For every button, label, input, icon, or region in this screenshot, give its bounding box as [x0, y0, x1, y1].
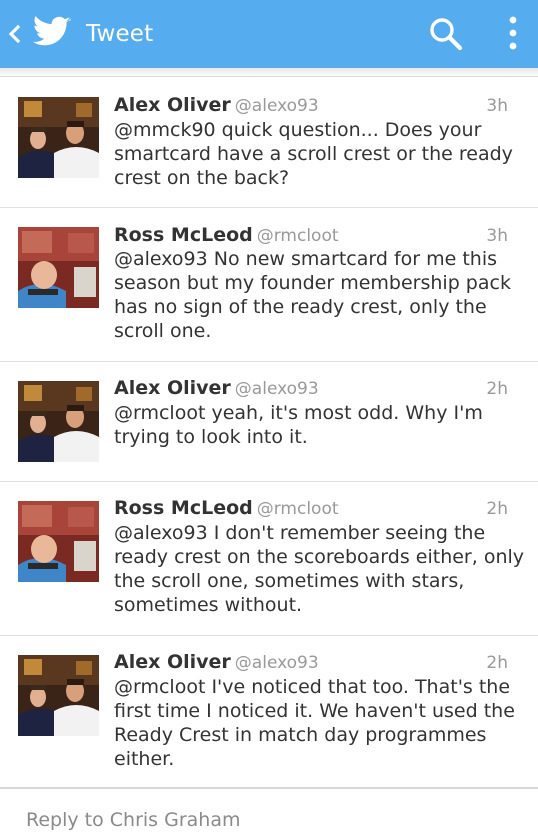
tweet-header: Alex Oliver @alexo93 2h: [114, 377, 524, 401]
tweet-time: 2h: [486, 499, 508, 519]
action-bar: Tweet: [0, 0, 538, 68]
tweet-text: @rmcloot yeah, it's most odd. Why I'm tr…: [114, 402, 483, 448]
author-name[interactable]: Alex Oliver: [114, 94, 231, 116]
author-handle[interactable]: @alexo93: [235, 96, 319, 116]
author-name[interactable]: Alex Oliver: [114, 651, 231, 673]
avatar[interactable]: [18, 97, 99, 178]
tweet-text: @rmcloot I've noticed that too. That's t…: [114, 676, 515, 770]
tweet-item[interactable]: Alex Oliver @alexo93 2h @rmcloot I've not…: [0, 636, 538, 786]
avatar[interactable]: [18, 227, 99, 308]
tweet-header: Ross McLeod @rmcloot 2h: [114, 497, 524, 521]
overflow-menu-icon[interactable]: [500, 16, 526, 52]
tweet-text: @alexo93 I don't remember seeing the rea…: [114, 522, 525, 616]
author-handle[interactable]: @alexo93: [235, 379, 319, 399]
avatar[interactable]: [18, 501, 99, 582]
reply-input[interactable]: Reply to Chris Graham: [26, 809, 240, 831]
tweet-time: 3h: [486, 226, 508, 246]
tweet-header: Alex Oliver @alexo93 2h: [114, 651, 524, 675]
tweet-time: 3h: [486, 96, 508, 116]
tweet-text: @mmck90 quick question... Does your smar…: [114, 119, 513, 189]
chevron-left-icon[interactable]: [6, 21, 22, 47]
avatar[interactable]: [18, 381, 99, 462]
tweet-item[interactable]: Alex Oliver @alexo93 2h @rmcloot yeah, it…: [0, 362, 538, 480]
author-handle[interactable]: @alexo93: [235, 653, 319, 673]
twitter-bird-icon[interactable]: [32, 15, 72, 51]
tweet-item[interactable]: Alex Oliver @alexo93 3h @mmck90 quick que…: [0, 77, 538, 207]
tweet-header: Alex Oliver @alexo93 3h: [114, 94, 524, 118]
author-handle[interactable]: @rmcloot: [257, 499, 339, 519]
tweet-text: @alexo93 No new smartcard for me this se…: [114, 248, 511, 342]
tweet-item[interactable]: Ross McLeod @rmcloot 3h @alexo93 No new s…: [0, 208, 538, 361]
author-name[interactable]: Ross McLeod: [114, 497, 253, 519]
reply-bar: Reply to Chris Graham: [0, 789, 538, 834]
avatar[interactable]: [18, 655, 99, 736]
tweet-time: 2h: [486, 379, 508, 399]
author-name[interactable]: Alex Oliver: [114, 377, 231, 399]
author-name[interactable]: Ross McLeod: [114, 224, 253, 246]
page-title: Tweet: [86, 21, 154, 47]
tweet-time: 2h: [486, 653, 508, 673]
tweet-header: Ross McLeod @rmcloot 3h: [114, 224, 524, 248]
search-icon[interactable]: [428, 16, 464, 52]
author-handle[interactable]: @rmcloot: [257, 226, 339, 246]
tweet-detail-screen: Tweet Alex Oliver @alexo93 3h @mmck90 qu…: [0, 0, 538, 834]
tweet-item[interactable]: Ross McLeod @rmcloot 2h @alexo93 I don't …: [0, 482, 538, 635]
